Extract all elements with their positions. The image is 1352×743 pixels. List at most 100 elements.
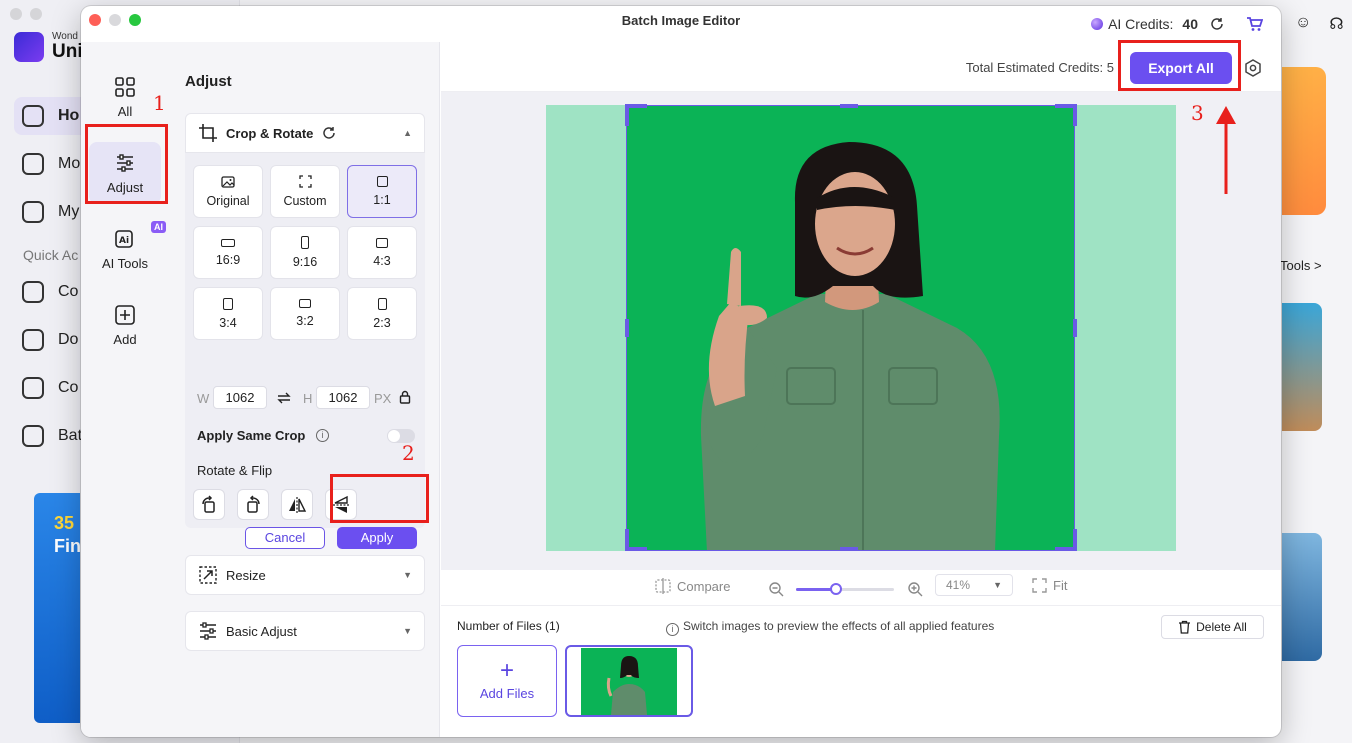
crop-handle[interactable]: [840, 104, 858, 108]
title-bar: Batch Image Editor AI Credits: 40: [81, 6, 1281, 36]
feature-card[interactable]: [1282, 67, 1326, 215]
ratio-2-3[interactable]: 2:3: [347, 287, 417, 340]
app-logo: [14, 32, 44, 62]
portrait-shape-icon: [377, 297, 387, 310]
nav-all[interactable]: All: [89, 66, 161, 128]
ratio-label: Custom: [283, 194, 327, 208]
annotation-arrow: [1216, 106, 1236, 194]
crop-rotate-section[interactable]: Crop & Rotate ▲: [185, 113, 425, 153]
basic-adjust-section[interactable]: Basic Adjust ▼: [185, 611, 425, 651]
image-thumbnail[interactable]: [565, 645, 693, 717]
chevron-down-icon[interactable]: ▼: [403, 626, 412, 636]
resize-section[interactable]: Resize ▼: [185, 555, 425, 595]
files-hint: i Switch images to preview the effects of…: [666, 619, 994, 636]
zoom-value: 41%: [946, 578, 971, 592]
crop-region[interactable]: [626, 105, 1075, 551]
feature-card[interactable]: [1282, 533, 1322, 661]
ratio-custom[interactable]: Custom: [270, 165, 340, 218]
crop-handle[interactable]: [1073, 319, 1077, 337]
resize-header[interactable]: Resize ▼: [186, 556, 424, 594]
file-icon: [22, 201, 44, 223]
flip-horizontal-icon: [289, 496, 307, 513]
chevron-down-icon[interactable]: ▼: [403, 570, 412, 580]
section-title: Basic Adjust: [226, 623, 297, 639]
resize-icon: [199, 566, 217, 584]
compare-label: Compare: [677, 578, 731, 594]
delete-all-button[interactable]: Delete All: [1161, 615, 1264, 639]
files-count: Number of Files (1): [457, 619, 560, 633]
reset-icon[interactable]: [321, 125, 337, 141]
rotate-right-button[interactable]: [237, 489, 269, 520]
headset-icon[interactable]: ☊: [1329, 14, 1343, 34]
compare-button[interactable]: Compare: [655, 578, 730, 594]
cart-icon[interactable]: [1246, 17, 1263, 32]
ratio-9-16[interactable]: 9:16: [270, 226, 340, 279]
height-input[interactable]: 1062: [316, 386, 370, 409]
rotate-left-icon: [202, 494, 215, 513]
portrait-shape-icon: [301, 236, 309, 249]
promo-banner[interactable]: 35 Fin: [34, 493, 81, 723]
fit-icon: [1032, 578, 1047, 593]
feature-card[interactable]: [1282, 303, 1322, 431]
flip-horizontal-button[interactable]: [281, 489, 313, 520]
width-input[interactable]: 1062: [213, 386, 267, 409]
home-icon: [22, 105, 44, 127]
annotation-number: 3: [1191, 101, 1204, 125]
fit-button[interactable]: Fit: [1032, 578, 1067, 593]
ratio-original[interactable]: Original: [193, 165, 263, 218]
adjust-panel: Adjust Crop & Rotate ▲ Original Custom 1…: [169, 42, 440, 737]
crop-icon: [199, 124, 217, 142]
compress-icon: [22, 377, 44, 399]
plus-square-icon: [115, 304, 135, 325]
settings-icon[interactable]: [1243, 58, 1263, 78]
ratio-label: 3:2: [296, 314, 314, 328]
delete-all-label: Delete All: [1196, 620, 1247, 634]
zoom-out-icon[interactable]: [769, 582, 784, 597]
chat-icon[interactable]: ☺: [1295, 14, 1311, 34]
rotate-left-button[interactable]: [193, 489, 225, 520]
ratio-label: 1:1: [373, 193, 391, 207]
crop-handle[interactable]: [625, 529, 629, 551]
chevron-up-icon[interactable]: ▲: [403, 128, 412, 138]
ratio-3-4[interactable]: 3:4: [193, 287, 263, 340]
background-window-controls: [10, 8, 42, 20]
apply-button[interactable]: Apply: [337, 527, 417, 549]
crop-rotate-header[interactable]: Crop & Rotate ▲: [186, 114, 424, 152]
ratio-1-1[interactable]: 1:1: [347, 165, 417, 218]
image-icon: [22, 425, 44, 447]
annotation-number: 1: [153, 91, 166, 115]
zoom-select[interactable]: 41% ▼: [935, 574, 1013, 596]
landscape-shape-icon: [299, 299, 311, 308]
toolbox-icon: [22, 153, 44, 175]
ai-credits-icon: [1091, 18, 1104, 30]
app-logo-text: Wond Uni: [52, 31, 83, 62]
tools-link[interactable]: Tools >: [1280, 258, 1322, 273]
crop-handle[interactable]: [840, 547, 858, 551]
fit-label: Fit: [1053, 578, 1068, 593]
cancel-button[interactable]: Cancel: [245, 527, 325, 549]
ratio-label: 3:4: [219, 315, 237, 330]
height-label: H: [303, 391, 313, 406]
crop-handle[interactable]: [1073, 104, 1077, 126]
unit-label: PX: [374, 391, 392, 406]
ratio-label: 4:3: [373, 253, 391, 268]
ratio-label: 16:9: [215, 252, 241, 267]
crop-handle[interactable]: [625, 104, 629, 126]
ratio-16-9[interactable]: 16:9: [193, 226, 263, 279]
zoom-in-icon[interactable]: [908, 582, 923, 597]
ratio-4-3[interactable]: 4:3: [347, 226, 417, 279]
zoom-slider-knob[interactable]: [830, 583, 842, 595]
crop-handle[interactable]: [1073, 529, 1077, 551]
annotation-box-adjust: [85, 124, 168, 204]
crop-handle[interactable]: [625, 319, 629, 337]
refresh-icon[interactable]: [1209, 16, 1225, 32]
lock-icon[interactable]: [399, 390, 411, 404]
swap-icon[interactable]: [277, 392, 291, 404]
promo-text: 35: [54, 513, 75, 533]
add-files-button[interactable]: + Add Files: [457, 645, 557, 717]
basic-adjust-header[interactable]: Basic Adjust ▼: [186, 612, 424, 650]
nav-add[interactable]: Add: [89, 294, 161, 356]
nav-ai-tools[interactable]: Ai AI AI Tools: [89, 218, 166, 280]
ratio-3-2[interactable]: 3:2: [270, 287, 340, 340]
info-icon[interactable]: i: [316, 429, 329, 442]
